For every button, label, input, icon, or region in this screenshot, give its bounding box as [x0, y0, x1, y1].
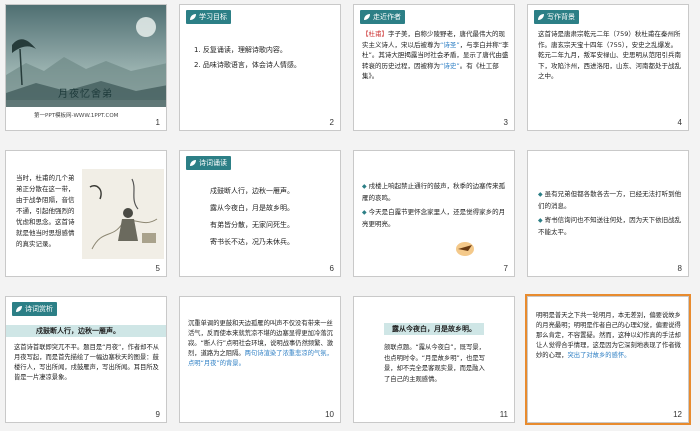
analysis-heading: 露从今夜白，月是故乡明。 — [392, 325, 476, 333]
slide-thumbnail-9[interactable]: 诗词赏析 戍鼓断人行，边秋一雁声。 这首诗首联即突兀不平。题目是“月夜”，作者却… — [5, 296, 167, 423]
poet-painting-image — [82, 169, 164, 259]
section-tag: 诗词赏析 — [12, 302, 57, 316]
section-tag-label: 诗词赏析 — [25, 305, 53, 313]
poem-line: 戍鼓断人行，边秋一雁声。 — [210, 187, 294, 195]
leaf-icon — [16, 306, 22, 312]
analysis-text: 沉重单调的更鼓和天边孤雁的叫声不仅没有带来一丝活气，反而使本来就荒凉不堪的边塞显… — [188, 320, 334, 367]
analysis-text: 这首诗首联即突兀不平。题目是“月夜”，作者却不从月夜写起，而是首先描绘了一幅边塞… — [14, 344, 160, 381]
objective-line: 2. 品味诗歌语言，体会诗人情感。 — [194, 61, 301, 69]
translation-line: ◆ 寄书信询问也不知送往何处，因为天下依旧战乱不能太平。 — [538, 216, 682, 236]
leaf-icon — [538, 14, 544, 20]
slide-number: 3 — [503, 118, 508, 127]
section-tag-label: 走近作者 — [373, 13, 401, 21]
slide-number: 8 — [677, 264, 682, 273]
leaf-icon — [364, 14, 370, 20]
translation-line: ◆ 虽有兄弟但都各散各去一方，已经无法打听到他们的消息。 — [538, 190, 682, 210]
slide-number: 6 — [329, 264, 334, 273]
slide-number: 11 — [499, 410, 508, 419]
slide-thumbnail-8[interactable]: ◆ 虽有兄弟但都各散各去一方，已经无法打听到他们的消息。 ◆ 寄书信询问也不知送往何… — [527, 150, 689, 277]
slide-number: 4 — [677, 118, 682, 127]
poem-line: 露从今夜白，月是故乡明。 — [210, 204, 294, 212]
analysis-text: 颔联点题。“露从今夜白”，既写景，也点明时令。“月是故乡明”，也是写景，却不完全… — [384, 344, 485, 383]
slide-thumbnail-5[interactable]: 当时，杜甫的几个弟弟正分散在这一带，由于战争阻隔，音信不通，引起他强烈的忧虑和思… — [5, 150, 167, 277]
section-tag-label: 诗词诵读 — [199, 159, 227, 167]
analysis-heading: 戍鼓断人行，边秋一雁声。 — [36, 327, 120, 335]
slide-number: 2 — [329, 118, 334, 127]
translation-line: ◆ 今天是白露节更怀念家里人，还是觉得家乡的月亮更明亮。 — [362, 208, 506, 228]
objective-line: 1. 反复诵读，理解诗歌内容。 — [194, 46, 287, 54]
leaf-icon — [190, 14, 196, 20]
poem-line: 有弟皆分散，无家问死生。 — [210, 221, 294, 229]
title-text: 月夜忆舍弟 — [58, 89, 113, 100]
poem-line: 寄书长不达，况乃未休兵。 — [210, 238, 294, 246]
slide-thumbnail-10[interactable]: 沉重单调的更鼓和天边孤雁的叫声不仅没有带来一丝活气，反而使本来就荒凉不堪的边塞显… — [179, 296, 341, 423]
title-footer: 第一PPT模板网-WWW.1PPT.COM — [34, 113, 119, 119]
slide-number: 5 — [155, 264, 160, 273]
slide-thumbnail-1[interactable]: 月夜忆舍弟 第一PPT模板网-WWW.1PPT.COM 1 — [5, 4, 167, 131]
section-tag-label: 学习目标 — [199, 13, 227, 21]
section-tag: 诗词诵读 — [186, 156, 231, 170]
context-text: 当时，杜甫的几个弟弟正分散在这一带，由于战争阻隔，音信不通，引起他强烈的忧虑和思… — [16, 174, 75, 248]
author-intro: 【杜甫】字子美，自称少陵野老，唐代最伟大的现实主义诗人，宋以后被尊为“诗圣”，与… — [362, 30, 509, 80]
slide-thumbnail-4[interactable]: 写作背景 这首诗是唐肃宗乾元二年（759）秋杜甫在秦州所作。唐玄宗天宝十四年（7… — [527, 4, 689, 131]
slide-thumbnail-3[interactable]: 走近作者 【杜甫】字子美，自称少陵野老，唐代最伟大的现实主义诗人，宋以后被尊为“… — [353, 4, 515, 131]
leaf-icon — [190, 160, 196, 166]
slide-number: 10 — [325, 410, 334, 419]
slide-number: 12 — [673, 410, 682, 419]
section-tag: 学习目标 — [186, 10, 231, 24]
slide-number: 1 — [155, 118, 160, 127]
slide-thumbnail-2[interactable]: 学习目标 1. 反复诵读，理解诗歌内容。 2. 品味诗歌语言，体会诗人情感。 2 — [179, 4, 341, 131]
goose-icon — [456, 242, 474, 256]
slide-thumbnail-7[interactable]: ◆ 戍楼上响起禁止通行的鼓声，秋季的边塞传来孤雁的哀鸣。 ◆ 今天是白露节更怀念家里… — [353, 150, 515, 277]
section-tag: 走近作者 — [360, 10, 405, 24]
author-name: 【杜甫】 — [362, 30, 388, 38]
section-tag-label: 写作背景 — [547, 13, 575, 21]
slide-thumbnail-11[interactable]: 露从今夜白，月是故乡明。 颔联点题。“露从今夜白”，既写景，也点明时令。“月是故… — [353, 296, 515, 423]
analysis-text: 明明是普天之下共一轮明月，本无差别，偏要说故乡的月亮最明；明明是作者自己的心理幻… — [536, 312, 681, 359]
slide-thumbnail-12[interactable]: 明明是普天之下共一轮明月，本无差别，偏要说故乡的月亮最明；明明是作者自己的心理幻… — [525, 294, 691, 425]
background-text: 这首诗是唐肃宗乾元二年（759）秋杜甫在秦州所作。唐玄宗天宝十四年（755），安… — [538, 30, 681, 80]
translation-line: ◆ 戍楼上响起禁止通行的鼓声，秋季的边塞传来孤雁的哀鸣。 — [362, 182, 506, 202]
section-tag: 写作背景 — [534, 10, 579, 24]
slide-number: 9 — [155, 410, 160, 419]
slide-number: 7 — [503, 264, 508, 273]
slide-thumbnail-6[interactable]: 诗词诵读 戍鼓断人行，边秋一雁声。 露从今夜白，月是故乡明。 有弟皆分散，无家问… — [179, 150, 341, 277]
